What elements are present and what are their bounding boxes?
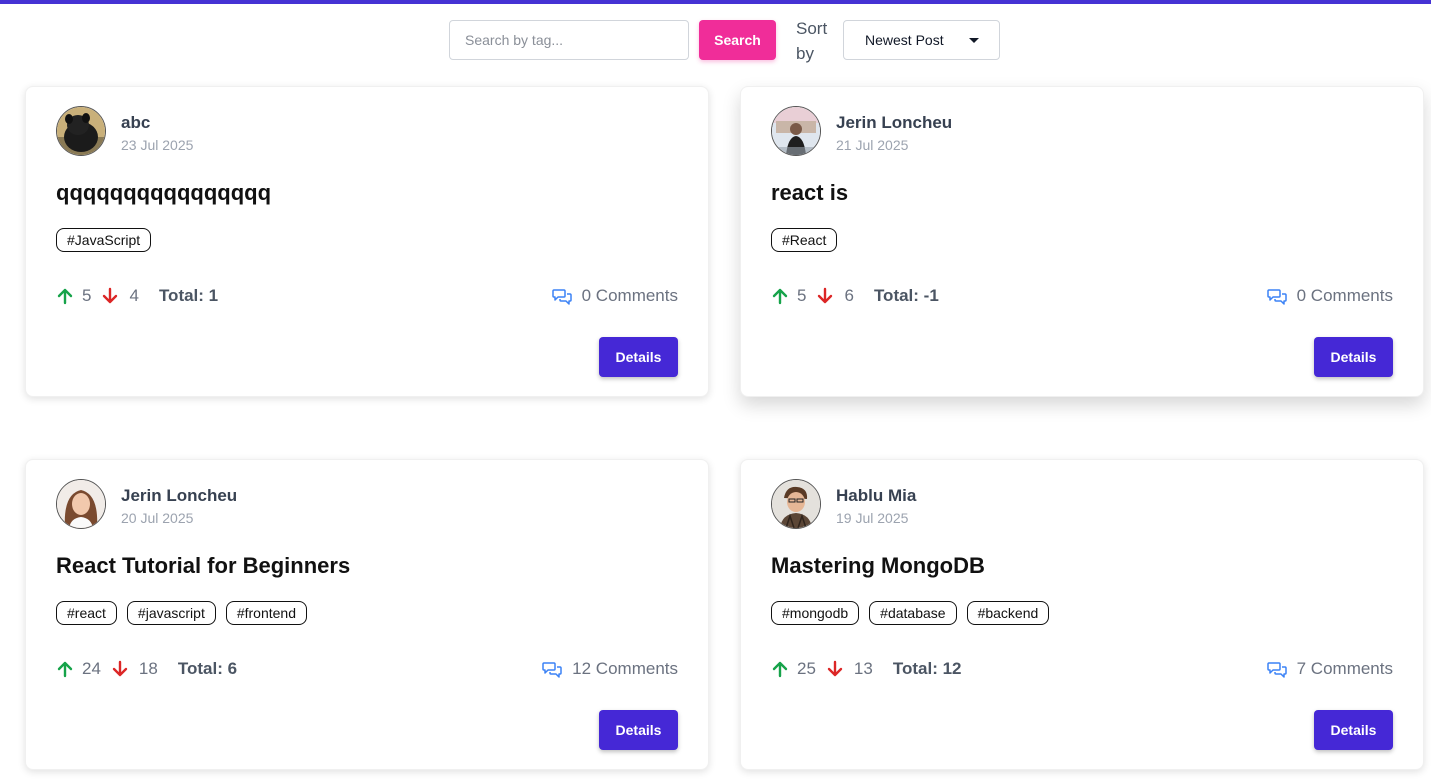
downvote-count: 4 [129,286,139,305]
post-card: abc 23 Jul 2025 qqqqqqqqqqqqqqqq #JavaSc… [25,86,709,397]
author-name: Jerin Loncheu [121,486,238,505]
comment-count: 12 Comments [542,657,678,681]
search-button[interactable]: Search [699,20,776,60]
search-input[interactable] [449,20,689,60]
post-title: qqqqqqqqqqqqqqqq [56,180,272,205]
tag-list: #mongodb #database #backend [771,601,1050,625]
upvote-count: 24 [82,659,101,678]
details-button[interactable]: Details [1314,337,1393,377]
post-title: Mastering MongoDB [771,553,985,578]
comment-count: 0 Comments [551,284,678,308]
comment-count: 7 Comments [1266,657,1393,681]
post-card: Hablu Mia 19 Jul 2025 Mastering MongoDB … [740,459,1424,770]
sort-select[interactable]: Newest Post [843,20,1000,60]
comment-count-label: 0 Comments [581,286,678,305]
tag-list: #React [771,228,838,252]
author-name: Jerin Loncheu [836,113,953,132]
tag-list: #react #javascript #frontend [56,601,308,625]
top-accent-bar [0,0,1431,4]
post-date: 23 Jul 2025 [121,137,194,153]
details-button[interactable]: Details [599,337,678,377]
post-title: React Tutorial for Beginners [56,553,351,578]
arrow-down-icon[interactable] [101,287,119,305]
comments-icon [1266,662,1287,678]
avatar [56,479,106,529]
chevron-down-icon [969,38,979,43]
vote-total: Total: 1 [158,286,219,305]
tag: #react [56,601,117,625]
tag: #frontend [225,601,308,625]
comment-count: 0 Comments [1266,284,1393,308]
arrow-up-icon[interactable] [56,660,74,678]
author-name: abc [121,113,151,132]
vote-bar: 24 18 Total: 6 [56,657,237,681]
sort-label: Sort by [796,19,828,63]
tag: #JavaScript [56,228,152,252]
tag: #mongodb [771,601,860,625]
comments-icon [1266,289,1287,305]
avatar [56,106,106,156]
avatar [771,106,821,156]
post-date: 19 Jul 2025 [836,510,909,526]
tag: #React [771,228,838,252]
arrow-up-icon[interactable] [771,287,789,305]
avatar [771,479,821,529]
post-card: Jerin Loncheu 21 Jul 2025 react is #Reac… [740,86,1424,397]
tag-list: #JavaScript [56,228,152,252]
upvote-count: 5 [82,286,92,305]
tag: #database [869,601,957,625]
post-card: Jerin Loncheu 20 Jul 2025 React Tutorial… [25,459,709,770]
sort-selected-value: Newest Post [865,32,944,48]
arrow-down-icon[interactable] [816,287,834,305]
details-button[interactable]: Details [1314,710,1393,750]
post-date: 20 Jul 2025 [121,510,194,526]
upvote-count: 25 [797,659,816,678]
arrow-down-icon[interactable] [826,660,844,678]
arrow-up-icon[interactable] [771,660,789,678]
comment-count-label: 12 Comments [572,659,678,678]
comment-count-label: 0 Comments [1296,286,1393,305]
vote-bar: 25 13 Total: 12 [771,657,961,681]
vote-bar: 5 4 Total: 1 [56,284,218,308]
details-button[interactable]: Details [599,710,678,750]
vote-bar: 5 6 Total: -1 [771,284,939,308]
upvote-count: 5 [797,286,807,305]
vote-total: Total: 12 [892,659,962,678]
comments-icon [551,289,572,305]
vote-total: Total: -1 [873,286,939,305]
comments-icon [542,662,562,678]
tag: #javascript [126,601,216,625]
tag: #backend [966,601,1050,625]
post-title: react is [771,180,849,205]
arrow-up-icon[interactable] [56,287,74,305]
comment-count-label: 7 Comments [1296,659,1393,678]
post-date: 21 Jul 2025 [836,137,909,153]
downvote-count: 13 [853,659,873,678]
author-name: Hablu Mia [836,486,917,505]
arrow-down-icon[interactable] [111,660,129,678]
downvote-count: 18 [138,659,158,678]
downvote-count: 6 [844,286,854,305]
vote-total: Total: 6 [177,659,238,678]
